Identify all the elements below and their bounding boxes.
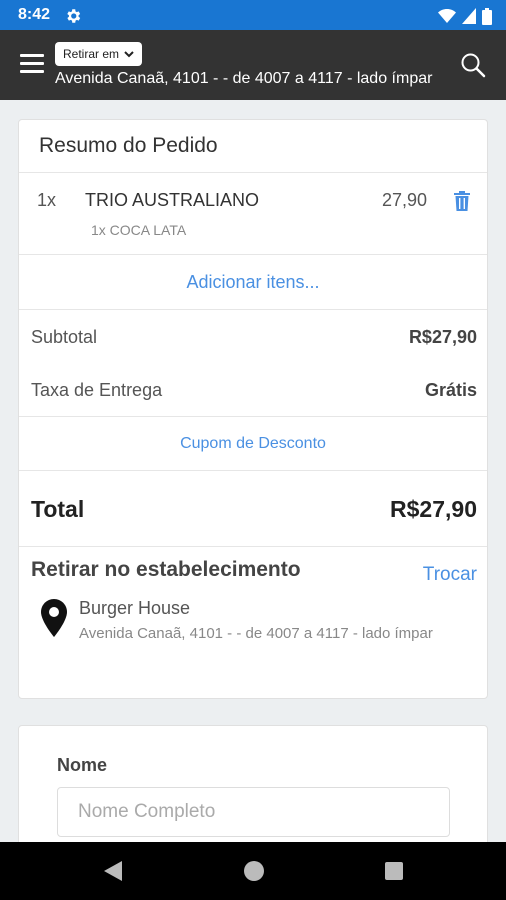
- item-price: 27,90: [381, 190, 427, 210]
- divider: [19, 546, 487, 547]
- store-name: Burger House: [79, 598, 191, 618]
- chevron-down-icon: [124, 50, 134, 57]
- add-items-link[interactable]: Adicionar itens...: [19, 272, 487, 293]
- order-summary-card: Resumo do Pedido 1x TRIO AUSTRALIANO 1x …: [18, 119, 488, 699]
- item-quantity: 1x: [37, 190, 57, 210]
- name-label: Nome: [57, 755, 108, 775]
- item-extra: 1x COCA LATA: [91, 222, 187, 238]
- recents-icon[interactable]: [385, 862, 403, 880]
- divider: [19, 254, 487, 255]
- subtotal-label: Subtotal: [31, 327, 98, 347]
- divider: [19, 309, 487, 310]
- store-address: Avenida Canaã, 4101 - - de 4007 a 4117 -…: [79, 625, 433, 642]
- location-pin-icon: [41, 599, 67, 637]
- pickup-mode-select[interactable]: Retirar em: [55, 42, 143, 66]
- menu-icon[interactable]: [20, 54, 44, 76]
- divider: [19, 172, 487, 173]
- home-icon[interactable]: [244, 861, 264, 881]
- pickup-title: Retirar no estabelecimento: [31, 558, 301, 581]
- header-address[interactable]: Avenida Canaã, 4101 - - de 4007 a 4117 -…: [55, 70, 432, 88]
- divider: [19, 416, 487, 417]
- status-bar: 8:42: [0, 0, 506, 30]
- delivery-fee-label: Taxa de Entrega: [31, 380, 163, 400]
- settings-icon: [67, 9, 81, 23]
- subtotal-value: R$27,90: [408, 327, 477, 347]
- coupon-link[interactable]: Cupom de Desconto: [19, 435, 487, 453]
- back-icon[interactable]: [103, 860, 123, 882]
- trash-icon[interactable]: [453, 191, 471, 211]
- divider: [19, 470, 487, 471]
- status-time: 8:42: [18, 6, 51, 23]
- search-icon[interactable]: [460, 52, 486, 78]
- battery-icon: [482, 7, 492, 25]
- pickup-mode-label: Retirar em: [63, 47, 120, 61]
- total-value: R$27,90: [390, 496, 477, 522]
- total-label: Total: [31, 496, 85, 522]
- name-input[interactable]: [57, 787, 450, 837]
- app-bar: Retirar em Avenida Canaã, 4101 - - de 40…: [0, 30, 506, 100]
- order-summary-title: Resumo do Pedido: [39, 134, 218, 157]
- system-nav-bar: [0, 842, 506, 900]
- item-name: TRIO AUSTRALIANO: [85, 190, 260, 210]
- delivery-fee-value: Grátis: [424, 380, 477, 400]
- change-pickup-link[interactable]: Trocar: [423, 564, 477, 586]
- signal-icon: [462, 8, 476, 24]
- wifi-icon: [438, 9, 456, 23]
